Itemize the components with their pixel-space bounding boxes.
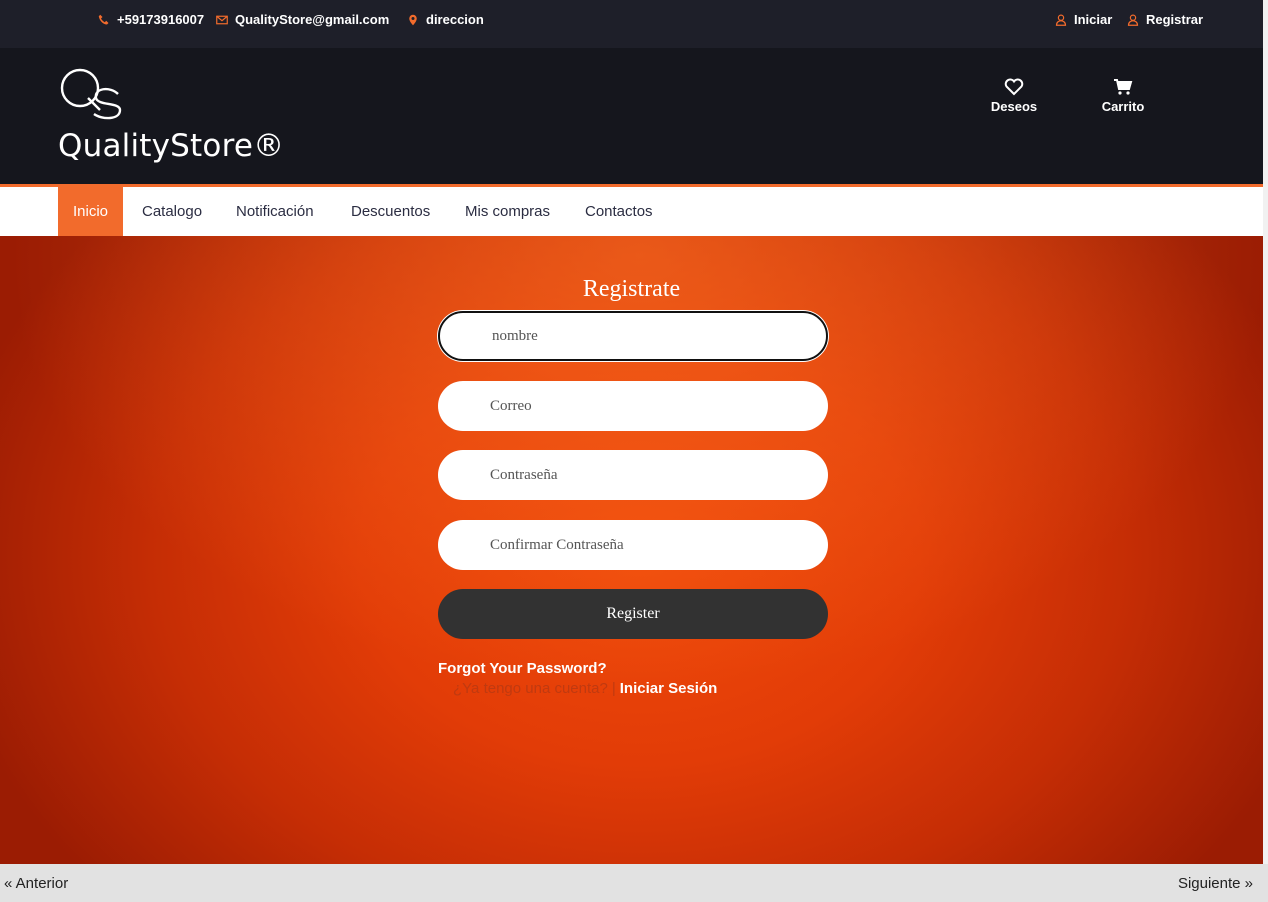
next-link[interactable]: Siguiente » [1178,875,1253,892]
password-input[interactable] [438,450,828,500]
nav-item-catalogo[interactable]: Catalogo [127,187,217,236]
register-label: Registrar [1146,12,1204,27]
separator: | [611,680,616,697]
address-contact[interactable]: direccion [407,12,484,27]
envelope-icon [216,15,228,24]
nav-item-notificacion[interactable]: Notificación [221,187,329,236]
login-label: Iniciar [1074,12,1113,27]
cart-button[interactable]: Carrito [1083,78,1163,114]
user-icon [1127,14,1139,26]
nav-item-contactos[interactable]: Contactos [570,187,668,236]
email-contact[interactable]: QualityStore@gmail.com [216,12,389,27]
pager-bar: « Anterior Siguiente » [0,864,1268,902]
site-header: QualityStore® Deseos Carrito [0,48,1263,184]
register-link[interactable]: Registrar [1127,12,1203,27]
phone-contact[interactable]: +59173916007 [98,12,204,27]
register-section: Registrate Register Forgot Your Password… [0,236,1263,864]
phone-icon [98,14,109,24]
cart-icon [1114,79,1133,95]
name-input[interactable] [438,311,828,361]
email-input[interactable] [438,381,828,431]
scrollbar-track[interactable] [1263,0,1268,864]
cart-label: Carrito [1101,99,1145,114]
email-address: QualityStore@gmail.com [235,12,390,27]
login-link[interactable]: Iniciar Sesión [620,680,718,697]
nav-item-descuentos[interactable]: Descuentos [336,187,445,236]
form-title: Registrate [582,276,681,302]
map-marker-icon [409,14,417,25]
have-account-text: ¿Ya tengo una cuenta? [453,680,608,697]
wishlist-label: Deseos [990,99,1038,114]
previous-link[interactable]: « Anterior [4,875,68,892]
forgot-password-link[interactable]: Forgot Your Password? [438,660,607,677]
brand-name[interactable]: QualityStore® [58,128,284,164]
main-navigation: Inicio Catalogo Notificación Descuentos … [0,184,1263,236]
top-contact-bar: +59173916007 QualityStore@gmail.com dire… [0,0,1263,48]
have-account-row: ¿Ya tengo una cuenta? | Iniciar Sesión [453,680,717,697]
wishlist-button[interactable]: Deseos [974,78,1054,114]
address-text: direccion [426,12,484,27]
nav-item-inicio[interactable]: Inicio [58,187,124,236]
phone-number: +59173916007 [117,12,205,27]
nav-item-mis-compras[interactable]: Mis compras [450,187,565,236]
user-icon [1055,14,1067,26]
register-button[interactable]: Register [438,589,828,639]
login-link[interactable]: Iniciar [1055,12,1112,27]
logo-icon[interactable] [58,66,124,120]
heart-icon [1004,78,1024,96]
confirm-password-input[interactable] [438,520,828,570]
